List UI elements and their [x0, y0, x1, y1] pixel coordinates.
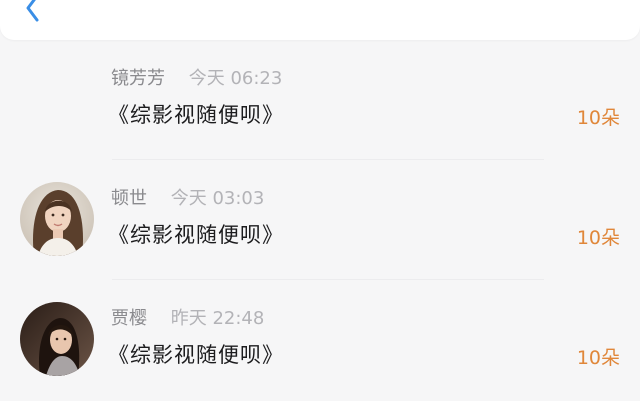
book-title: 《综影视随便呗》: [108, 103, 284, 127]
timestamp: 今天 03:03: [170, 188, 265, 209]
timestamp: 昨天 22:48: [170, 308, 265, 329]
gift-count: 10朵: [576, 347, 620, 369]
user-name: 顿世: [111, 188, 147, 209]
book-title: 《综影视随便呗》: [108, 223, 284, 247]
user-name: 贾樱: [111, 308, 147, 329]
list-item[interactable]: 镜芳芳 今天 06:23 《综影视随便呗》 10朵: [0, 40, 640, 160]
item-meta: 镜芳芳 今天 06:23: [111, 68, 282, 90]
gift-record-list: 镜芳芳 今天 06:23 《综影视随便呗》 10朵 顿世 今天 03:03 《综…: [0, 40, 640, 400]
avatar[interactable]: [20, 182, 94, 256]
chevron-left-icon[interactable]: [22, 0, 44, 22]
item-meta: 顿世 今天 03:03: [111, 188, 264, 210]
list-item[interactable]: 贾樱 昨天 22:48 《综影视随便呗》 10朵: [0, 280, 640, 400]
top-bar: [0, 0, 640, 40]
avatar[interactable]: [20, 302, 94, 376]
gift-count: 10朵: [576, 227, 620, 249]
list-item[interactable]: 顿世 今天 03:03 《综影视随便呗》 10朵: [0, 160, 640, 280]
user-name: 镜芳芳: [111, 68, 165, 89]
item-meta: 贾樱 昨天 22:48: [111, 308, 264, 330]
book-title: 《综影视随便呗》: [108, 343, 284, 367]
gift-count: 10朵: [576, 107, 620, 129]
timestamp: 今天 06:23: [188, 68, 283, 89]
